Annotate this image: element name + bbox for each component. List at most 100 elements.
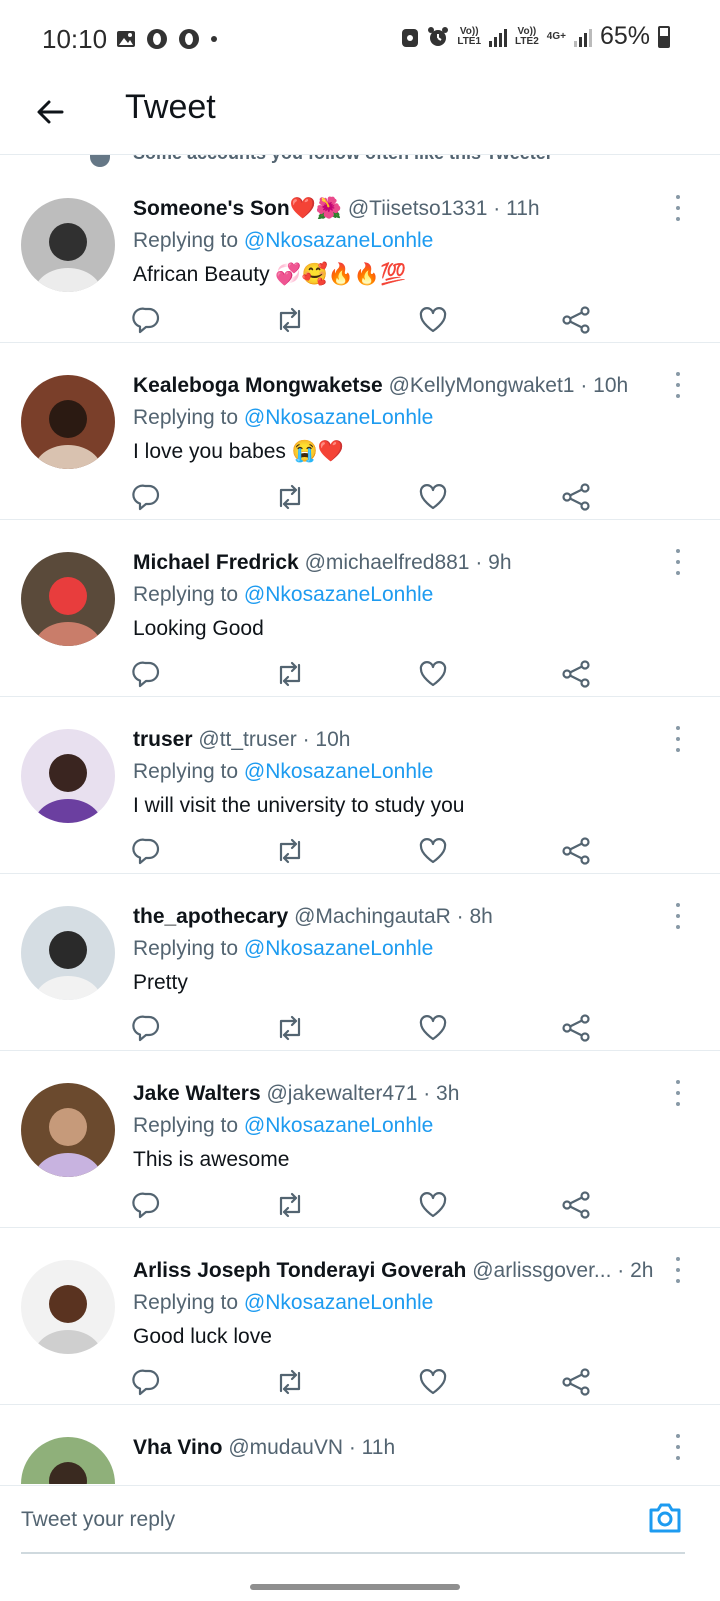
- reply-mention-link[interactable]: @NkosazaneLonhle: [244, 760, 433, 783]
- display-name[interactable]: Arliss Joseph Tonderayi Goverah: [133, 1259, 466, 1282]
- retweet-button[interactable]: [273, 836, 307, 870]
- share-button[interactable]: [559, 836, 593, 870]
- share-button[interactable]: [559, 1013, 593, 1047]
- user-handle[interactable]: @tt_truser: [198, 728, 296, 751]
- share-button[interactable]: [559, 659, 593, 693]
- share-icon: [561, 1013, 591, 1048]
- like-button[interactable]: [416, 1190, 450, 1224]
- tweet-time: · 10h: [296, 728, 351, 751]
- tweet-actions: [130, 305, 610, 339]
- reply-mention-link[interactable]: @NkosazaneLonhle: [244, 583, 433, 606]
- share-button[interactable]: [559, 1190, 593, 1224]
- display-name[interactable]: the_apothecary: [133, 905, 288, 928]
- tweet-time: · 3h: [417, 1082, 460, 1105]
- display-name[interactable]: Vha Vino: [133, 1436, 222, 1459]
- like-button[interactable]: [416, 1013, 450, 1047]
- more-options-button[interactable]: [670, 549, 686, 575]
- reply-mention-link[interactable]: @NkosazaneLonhle: [244, 937, 433, 960]
- tweet-reply[interactable]: Vha Vino @mudauVN · 11h: [0, 1404, 720, 1484]
- display-name[interactable]: Kealeboga Mongwaketse: [133, 374, 383, 397]
- reply-mention-link[interactable]: @NkosazaneLonhle: [244, 229, 433, 252]
- more-options-button[interactable]: [670, 1257, 686, 1283]
- user-handle[interactable]: @mudauVN: [228, 1436, 343, 1459]
- display-name[interactable]: Michael Fredrick: [133, 551, 299, 574]
- replying-to-prefix: Replying to: [133, 760, 244, 783]
- user-handle[interactable]: @KellyMongwaket1: [389, 374, 575, 397]
- share-button[interactable]: [559, 305, 593, 339]
- reply-button[interactable]: [130, 1367, 164, 1401]
- tweet-reply[interactable]: truser @tt_truser · 10h Replying to @Nko…: [0, 696, 720, 874]
- camera-button[interactable]: [645, 1498, 685, 1538]
- retweet-button[interactable]: [273, 1190, 307, 1224]
- avatar[interactable]: [21, 198, 115, 292]
- more-notifications-dot-icon: [211, 36, 217, 42]
- retweet-button[interactable]: [273, 1013, 307, 1047]
- tweet-reply[interactable]: Arliss Joseph Tonderayi Goverah @arlissg…: [0, 1227, 720, 1405]
- reply-mention-link[interactable]: @NkosazaneLonhle: [244, 406, 433, 429]
- reply-button[interactable]: [130, 836, 164, 870]
- tweet-reply[interactable]: Kealeboga Mongwaketse @KellyMongwaket1 ·…: [0, 342, 720, 520]
- reply-button[interactable]: [130, 1190, 164, 1224]
- more-options-button[interactable]: [670, 1434, 686, 1460]
- replies-feed[interactable]: Some accounts you follow often like this…: [0, 155, 720, 1484]
- tweet-actions: [130, 1367, 610, 1401]
- reply-button[interactable]: [130, 1013, 164, 1047]
- tweet-reply[interactable]: Jake Walters @jakewalter471 · 3h Replyin…: [0, 1050, 720, 1228]
- user-handle[interactable]: @jakewalter471: [266, 1082, 417, 1105]
- replying-to-prefix: Replying to: [133, 1114, 244, 1137]
- share-button[interactable]: [559, 1367, 593, 1401]
- avatar[interactable]: [21, 1437, 115, 1484]
- more-options-button[interactable]: [670, 903, 686, 929]
- more-options-button[interactable]: [670, 372, 686, 398]
- tweet-reply[interactable]: Michael Fredrick @michaelfred881 · 9h Re…: [0, 519, 720, 697]
- system-status: Vo)) LTE1 Vo)) LTE2 4G+ 65%: [401, 22, 670, 51]
- tweet-time: · 2h: [611, 1259, 654, 1282]
- battery-icon: [658, 25, 670, 48]
- signal-icon: [573, 27, 592, 47]
- retweet-button[interactable]: [273, 659, 307, 693]
- reply-mention-link[interactable]: @NkosazaneLonhle: [244, 1114, 433, 1137]
- avatar[interactable]: [21, 1083, 115, 1177]
- avatar[interactable]: [21, 729, 115, 823]
- avatar[interactable]: [21, 1260, 115, 1354]
- more-options-button[interactable]: [670, 726, 686, 752]
- tweet-text: Pretty: [133, 971, 188, 994]
- reply-composer: [0, 1485, 720, 1601]
- signal-icon: [489, 27, 508, 47]
- avatar[interactable]: [21, 906, 115, 1000]
- user-handle[interactable]: @Tiisetso1331: [348, 197, 488, 220]
- page-title: Tweet: [125, 88, 216, 126]
- reply-button[interactable]: [130, 482, 164, 516]
- user-handle[interactable]: @arlissgover...: [472, 1259, 611, 1282]
- share-icon: [561, 659, 591, 694]
- display-name[interactable]: truser: [133, 728, 193, 751]
- reply-mention-link[interactable]: @NkosazaneLonhle: [244, 1291, 433, 1314]
- back-button[interactable]: [28, 90, 72, 134]
- like-button[interactable]: [416, 305, 450, 339]
- tweet-reply[interactable]: Someone's Son❤️🌺 @Tiisetso1331 · 11h Rep…: [0, 165, 720, 343]
- like-button[interactable]: [416, 836, 450, 870]
- like-button[interactable]: [416, 482, 450, 516]
- retweet-button[interactable]: [273, 482, 307, 516]
- like-button[interactable]: [416, 659, 450, 693]
- reply-button[interactable]: [130, 305, 164, 339]
- user-handle[interactable]: @michaelfred881: [305, 551, 470, 574]
- like-button[interactable]: [416, 1367, 450, 1401]
- gallery-icon: [117, 31, 135, 47]
- display-name[interactable]: Jake Walters: [133, 1082, 261, 1105]
- reply-button[interactable]: [130, 659, 164, 693]
- retweet-button[interactable]: [273, 1367, 307, 1401]
- home-indicator[interactable]: [250, 1584, 460, 1590]
- share-button[interactable]: [559, 482, 593, 516]
- display-name[interactable]: Someone's Son❤️🌺: [133, 197, 342, 220]
- user-handle[interactable]: @MachingautaR: [294, 905, 451, 928]
- more-options-button[interactable]: [670, 195, 686, 221]
- more-options-button[interactable]: [670, 1080, 686, 1106]
- avatar[interactable]: [21, 375, 115, 469]
- tweet-reply[interactable]: the_apothecary @MachingautaR · 8h Replyi…: [0, 873, 720, 1051]
- reply-input[interactable]: [21, 1500, 621, 1540]
- share-icon: [561, 836, 591, 871]
- avatar[interactable]: [21, 552, 115, 646]
- retweet-button[interactable]: [273, 305, 307, 339]
- replying-to-prefix: Replying to: [133, 1291, 244, 1314]
